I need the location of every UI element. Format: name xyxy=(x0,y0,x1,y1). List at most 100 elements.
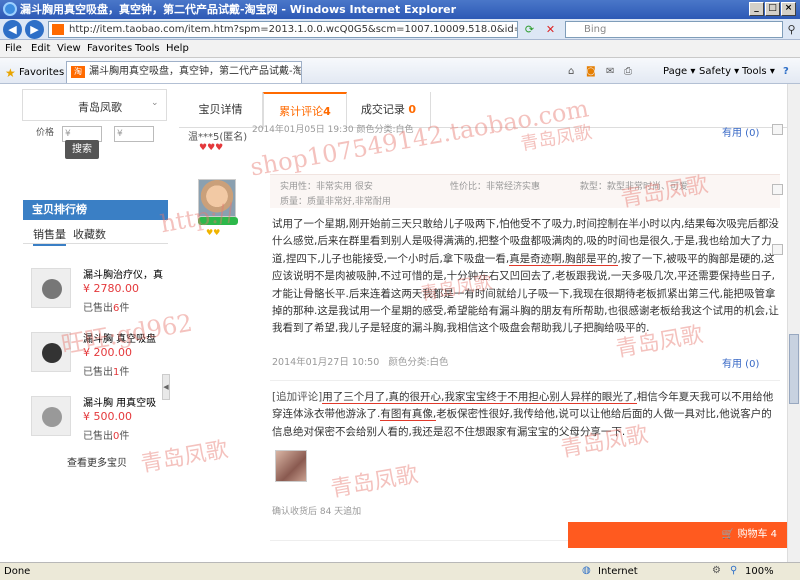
appended-review-text: [追加评论]用了三个月了,真的很开心,我家宝宝终于不用担心别人异样的眼光了,相信… xyxy=(272,391,774,438)
back-icon[interactable]: ◀ xyxy=(3,20,22,39)
shopping-cart-button[interactable]: 🛒 购物车 4 xyxy=(568,522,787,548)
menu-bar: File Edit View Favorites Tools Help xyxy=(0,40,800,58)
chevron-down-icon: ⌄ xyxy=(151,98,159,108)
attr-style: 款型：款型非常时尚、可爱 xyxy=(580,182,689,192)
safety-menu[interactable]: Safety ▾ xyxy=(699,66,739,77)
ie-logo-icon xyxy=(3,2,17,16)
favorites-star-icon[interactable]: ★ xyxy=(5,66,16,80)
url-input[interactable]: http://item.taobao.com/item.htm?spm=2013… xyxy=(48,21,518,38)
print-icon[interactable]: ⎙ xyxy=(624,66,632,77)
close-button[interactable]: × xyxy=(781,2,796,16)
more-items-link[interactable]: 查看更多宝贝 xyxy=(67,454,127,469)
product-name[interactable]: 漏斗胸治疗仪，真 xyxy=(83,266,168,281)
qr-code-icon[interactable] xyxy=(772,124,783,135)
url-text: http://item.taobao.com/item.htm?spm=2013… xyxy=(69,24,517,35)
side-toolbar xyxy=(771,124,785,324)
menu-file[interactable]: File xyxy=(5,43,22,54)
menu-edit[interactable]: Edit xyxy=(31,43,50,54)
menu-view[interactable]: View xyxy=(57,43,81,54)
product-sold: 已售出1件 xyxy=(83,367,130,378)
window-title-bar: 漏斗胸用真空吸盘，真空钟，第二代产品试戴-淘宝网 - Windows Inter… xyxy=(0,0,800,19)
browser-tab-title: 漏斗胸用真空吸盘，真空钟，第二代产品试戴-淘... xyxy=(89,66,302,77)
prev-review-date: 2014年01月05日 19:30 颜色分类:白色 xyxy=(252,125,414,135)
product-name[interactable]: 漏斗胸 真空吸盘 xyxy=(83,330,168,345)
status-text: Done xyxy=(4,566,31,577)
forward-icon[interactable]: ▶ xyxy=(25,20,44,39)
favorites-bar: ★ Favorites 淘 漏斗胸用真空吸盘，真空钟，第二代产品试戴-淘... … xyxy=(0,58,800,84)
product-sold: 已售出6件 xyxy=(83,303,130,314)
search-go-icon[interactable]: ⚲ xyxy=(784,22,799,37)
stop-icon[interactable]: ✕ xyxy=(543,22,558,37)
tab-item-details[interactable]: 宝贝详情 xyxy=(179,92,263,128)
globe-icon: ◍ xyxy=(582,565,591,576)
refresh-icon[interactable]: ⟳ xyxy=(522,22,537,37)
search-input[interactable]: Bing xyxy=(565,21,783,38)
zoom-icon[interactable]: ⚲ xyxy=(730,565,737,576)
attr-quality: 质量：质量非常好,非常耐用 xyxy=(280,197,391,207)
zoom-level[interactable]: 100% xyxy=(745,566,774,577)
seller-name: 青岛凤歌 xyxy=(78,101,122,114)
tab-sales-volume[interactable]: 销售量 xyxy=(33,226,66,246)
minimize-button[interactable]: _ xyxy=(749,2,764,16)
maximize-button[interactable]: □ xyxy=(765,2,780,16)
ranking-product[interactable]: 漏斗胸 真空吸盘 ¥ 200.00 已售出1件 xyxy=(23,328,168,388)
home-icon[interactable]: ⌂ xyxy=(568,66,574,77)
address-bar: ◀ ▶ http://item.taobao.com/item.htm?spm=… xyxy=(0,19,800,40)
user-rating-icon: ♥♥ xyxy=(206,228,221,237)
ranking-product[interactable]: 漏斗胸治疗仪，真 ¥ 2780.00 已售出6件 xyxy=(23,264,168,324)
review-photo[interactable] xyxy=(275,450,307,482)
user-level-badge xyxy=(198,217,238,225)
help-icon[interactable]: ? xyxy=(783,66,789,77)
window-title: 漏斗胸用真空吸盘，真空钟，第二代产品试戴-淘宝网 - Windows Inter… xyxy=(20,3,457,16)
tools-menu[interactable]: Tools ▾ xyxy=(742,66,775,77)
product-thumbnail[interactable] xyxy=(31,332,71,372)
attr-value: 性价比：非常经济实惠 xyxy=(450,182,541,192)
product-thumbnail[interactable] xyxy=(31,268,71,308)
browser-tab[interactable]: 淘 漏斗胸用真空吸盘，真空钟，第二代产品试戴-淘... xyxy=(66,61,302,83)
product-thumbnail[interactable] xyxy=(31,396,71,436)
product-price: ¥ 500.00 xyxy=(83,410,132,423)
useful-button[interactable]: 有用 (0) xyxy=(722,124,759,139)
scrollbar-thumb[interactable] xyxy=(789,334,799,404)
prev-review-user[interactable]: 温***5(匿名) xyxy=(188,128,247,143)
ranking-product[interactable]: 漏斗胸 用真空吸 ¥ 500.00 已售出0件 xyxy=(23,392,168,452)
attr-practicality: 实用性：非常实用 很安 xyxy=(280,182,373,192)
ranking-tabs: 销售量 收藏数 xyxy=(23,220,168,246)
page-menu[interactable]: Page ▾ xyxy=(663,66,695,77)
protected-mode-icon[interactable]: ⚙ xyxy=(712,565,721,576)
avatar[interactable] xyxy=(198,179,236,217)
product-price: ¥ 200.00 xyxy=(83,346,132,359)
collapse-sidebar-icon[interactable]: ◀ xyxy=(162,374,170,400)
product-sold: 已售出0件 xyxy=(83,431,130,442)
back-to-top-icon[interactable] xyxy=(772,244,783,255)
menu-help[interactable]: Help xyxy=(166,43,189,54)
menu-tools[interactable]: Tools xyxy=(135,43,160,54)
heart-rating-icon: ♥♥♥ xyxy=(199,143,224,153)
product-price: ¥ 2780.00 xyxy=(83,282,139,295)
shop-search-button[interactable]: 搜索 xyxy=(65,140,99,159)
review-attributes: 实用性：非常实用 很安 性价比：非常经济实惠 款型：款型非常时尚、可爱 质量：质… xyxy=(270,174,780,208)
vertical-scrollbar[interactable] xyxy=(787,84,800,562)
price-to-input[interactable]: ¥ xyxy=(114,126,154,142)
ranking-header: 宝贝排行榜 xyxy=(23,200,168,220)
watermark: 青岛凤歌 xyxy=(328,462,420,503)
page-viewport: 青岛凤歌 ⌄ 价格 ¥ ¥ 搜索 宝贝排行榜 销售量 收藏数 漏斗胸治疗仪，真 … xyxy=(0,84,787,562)
useful-button[interactable]: 有用 (0) xyxy=(722,355,759,370)
divider xyxy=(270,380,780,381)
page-favicon-icon xyxy=(52,24,64,35)
read-mail-icon[interactable]: ✉ xyxy=(606,66,614,77)
share-icon[interactable] xyxy=(772,184,783,195)
seller-dropdown[interactable]: 青岛凤歌 ⌄ xyxy=(22,89,167,121)
status-bar: Done ◍ Internet ⚙ ⚲ 100% xyxy=(0,562,800,580)
feeds-icon[interactable]: ◙ xyxy=(586,66,596,77)
appended-review-meta: 确认收货后 84 天追加 xyxy=(272,507,362,517)
search-engine-label: Bing xyxy=(584,24,607,35)
product-name[interactable]: 漏斗胸 用真空吸 xyxy=(83,394,168,409)
favorites-button[interactable]: Favorites xyxy=(19,67,64,78)
menu-favorites[interactable]: Favorites xyxy=(87,43,132,54)
tab-favorites-count[interactable]: 收藏数 xyxy=(73,226,106,242)
review-meta: 2014年01月27日 10:50 颜色分类:白色 xyxy=(272,357,449,368)
taobao-tab-icon: 淘 xyxy=(71,66,85,78)
price-label: 价格 xyxy=(36,128,55,138)
review-text: 试用了一个星期,刚开始前三天只敢给儿子吸两下,怕他受不了吸力,时间控制在半小时以… xyxy=(272,218,779,335)
